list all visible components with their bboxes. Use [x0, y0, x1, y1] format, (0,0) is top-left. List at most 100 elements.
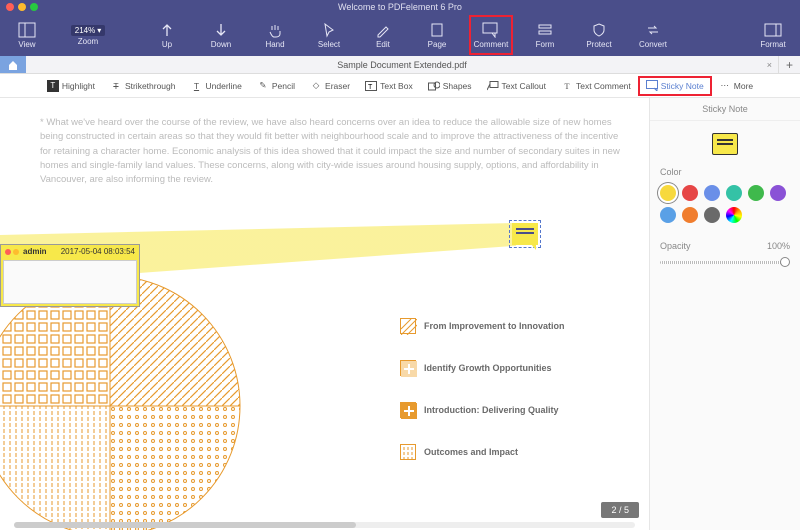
- document-tab[interactable]: Sample Document Extended.pdf ×: [26, 56, 778, 73]
- zoom-value: 214%: [75, 26, 95, 35]
- select-button[interactable]: Select: [308, 16, 350, 54]
- down-button[interactable]: Down: [200, 16, 242, 54]
- color-swatch[interactable]: [660, 185, 676, 201]
- chart-legend: From Improvement to Innovation Identify …: [400, 318, 565, 460]
- eraser-button[interactable]: ◇Eraser: [304, 78, 356, 94]
- svg-text:T: T: [368, 84, 373, 91]
- underline-icon: T: [191, 80, 203, 92]
- new-tab-button[interactable]: +: [778, 56, 800, 73]
- horizontal-scrollbar[interactable]: [14, 522, 635, 528]
- edit-icon: [374, 21, 392, 39]
- legend-swatch-icon: [400, 402, 416, 418]
- legend-item: Outcomes and Impact: [400, 444, 565, 460]
- legend-item: From Improvement to Innovation: [400, 318, 565, 334]
- callout-icon: [487, 80, 499, 92]
- home-icon: [7, 59, 19, 71]
- home-tab[interactable]: [0, 56, 26, 73]
- more-icon: ⋯: [719, 80, 731, 92]
- convert-icon: [644, 21, 662, 39]
- view-button[interactable]: View: [6, 16, 48, 54]
- cursor-icon: [320, 21, 338, 39]
- scrollbar-thumb[interactable]: [14, 522, 356, 528]
- pencil-button[interactable]: ✎Pencil: [251, 78, 301, 94]
- sticky-note-button[interactable]: Sticky Note: [640, 78, 710, 94]
- protect-button[interactable]: Protect: [578, 16, 620, 54]
- panel-title: Sticky Note: [650, 98, 800, 121]
- strikethrough-button[interactable]: TStrikethrough: [104, 78, 182, 94]
- zoom-control[interactable]: 214%▾ Zoom: [60, 16, 116, 54]
- shapes-icon: [428, 80, 440, 92]
- color-swatch[interactable]: [682, 185, 698, 201]
- body-paragraph: * What we've heard over the course of th…: [40, 116, 623, 187]
- annotation-toolbar: THighlight TStrikethrough TUnderline ✎Pe…: [0, 74, 800, 98]
- opacity-slider[interactable]: [660, 257, 790, 267]
- hand-button[interactable]: Hand: [254, 16, 296, 54]
- comment-button[interactable]: Comment: [470, 16, 512, 54]
- page-button[interactable]: Page: [416, 16, 458, 54]
- shield-icon: [590, 21, 608, 39]
- color-swatch[interactable]: [748, 185, 764, 201]
- legend-item: Introduction: Delivering Quality: [400, 402, 565, 418]
- tab-strip: Sample Document Extended.pdf × +: [0, 56, 800, 74]
- sticky-note-icon: [646, 80, 658, 92]
- note-preview: [650, 121, 800, 167]
- page-indicator: 2 / 5: [601, 502, 639, 518]
- sticky-note-icon: [712, 133, 738, 155]
- main-toolbar: View 214%▾ Zoom Up Down Hand Select Edit…: [0, 14, 800, 56]
- comment-icon: [482, 21, 500, 39]
- color-swatch[interactable]: [704, 207, 720, 223]
- color-swatch[interactable]: [726, 185, 742, 201]
- color-picker: [650, 181, 800, 233]
- document-tab-label: Sample Document Extended.pdf: [337, 60, 467, 70]
- eraser-icon: ◇: [310, 80, 322, 92]
- highlight-button[interactable]: THighlight: [41, 78, 101, 94]
- sticky-note-popup[interactable]: admin 2017-05-04 08:03:54: [0, 244, 140, 307]
- form-icon: [536, 21, 554, 39]
- sticky-note-annotation[interactable]: [512, 223, 538, 245]
- strikethrough-icon: T: [110, 80, 122, 92]
- sticky-note-textarea[interactable]: [3, 260, 137, 304]
- opacity-value: 100%: [767, 241, 790, 251]
- sticky-author: admin: [23, 247, 47, 256]
- document-view[interactable]: * What we've heard over the course of th…: [0, 98, 650, 530]
- underline-button[interactable]: TUnderline: [185, 78, 248, 94]
- properties-panel: Sticky Note Color Opacity 100%: [650, 98, 800, 530]
- convert-button[interactable]: Convert: [632, 16, 674, 54]
- legend-item: Identify Growth Opportunities: [400, 360, 565, 376]
- arrow-down-icon: [212, 21, 230, 39]
- text-callout-button[interactable]: Text Callout: [481, 78, 552, 94]
- close-tab-button[interactable]: ×: [767, 60, 772, 70]
- color-swatch[interactable]: [660, 207, 676, 223]
- color-swatch[interactable]: [770, 185, 786, 201]
- sticky-timestamp: 2017-05-04 08:03:54: [61, 247, 135, 256]
- legend-swatch-icon: [400, 444, 416, 460]
- view-icon: [18, 21, 36, 39]
- arrow-up-icon: [158, 21, 176, 39]
- highlight-icon: T: [47, 80, 59, 92]
- shapes-button[interactable]: Shapes: [422, 78, 478, 94]
- format-icon: [764, 21, 782, 39]
- color-swatch[interactable]: [704, 185, 720, 201]
- up-button[interactable]: Up: [146, 16, 188, 54]
- color-custom-button[interactable]: [726, 207, 742, 223]
- format-button[interactable]: Format: [752, 16, 794, 54]
- form-button[interactable]: Form: [524, 16, 566, 54]
- popup-close-button[interactable]: [5, 249, 11, 255]
- popup-minimize-button[interactable]: [13, 249, 19, 255]
- edit-button[interactable]: Edit: [362, 16, 404, 54]
- page-icon: [428, 21, 446, 39]
- legend-swatch-icon: [400, 318, 416, 334]
- opacity-label: Opacity: [660, 241, 691, 251]
- more-button[interactable]: ⋯More: [713, 78, 759, 94]
- chevron-down-icon: ▾: [97, 26, 101, 35]
- window-titlebar: Welcome to PDFelement 6 Pro: [0, 0, 800, 14]
- color-label: Color: [650, 167, 800, 181]
- textbox-button[interactable]: TText Box: [359, 78, 419, 94]
- color-swatch[interactable]: [682, 207, 698, 223]
- hand-icon: [266, 21, 284, 39]
- text-comment-button[interactable]: TText Comment: [555, 78, 637, 94]
- window-title: Welcome to PDFelement 6 Pro: [0, 2, 800, 12]
- slider-thumb[interactable]: [780, 257, 790, 267]
- textbox-icon: T: [365, 80, 377, 92]
- legend-swatch-icon: [400, 360, 416, 376]
